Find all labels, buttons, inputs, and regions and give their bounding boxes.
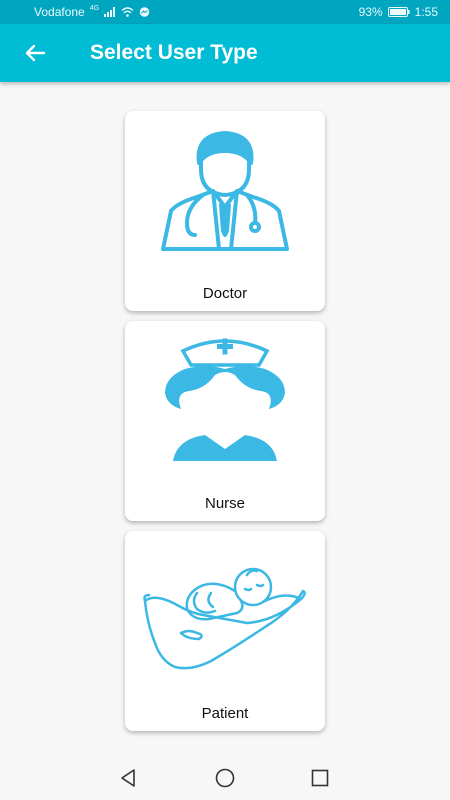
status-left: Vodafone 4G [34, 5, 150, 19]
nurse-icon [165, 338, 285, 461]
recents-square-icon[interactable] [309, 767, 331, 789]
system-nav-bar [0, 755, 450, 800]
user-type-card-nurse[interactable]: Nurse [125, 321, 325, 521]
signal-icon [104, 7, 116, 17]
doctor-icon [161, 131, 289, 251]
page-title: Select User Type [90, 41, 258, 64]
status-right: 93% 1:55 [359, 5, 438, 19]
messenger-icon [139, 6, 150, 17]
app-bar: Select User Type [0, 24, 450, 82]
status-bar: Vodafone 4G 93% 1:55 [0, 0, 450, 24]
battery-percent: 93% [358, 5, 383, 19]
clock: 1:55 [414, 5, 438, 19]
card-label: Nurse [204, 495, 245, 512]
user-type-card-patient[interactable]: Patient [125, 531, 325, 731]
back-button[interactable] [15, 33, 55, 73]
back-triangle-icon[interactable] [117, 767, 139, 789]
user-type-card-doctor[interactable]: Doctor [125, 111, 325, 311]
network-type: 4G [89, 4, 100, 12]
home-circle-icon[interactable] [214, 767, 236, 789]
arrow-left-icon [25, 44, 46, 62]
card-label: Doctor [202, 285, 248, 302]
card-label: Patient [201, 705, 249, 722]
carrier-name: Vodafone [34, 5, 85, 19]
battery-icon [387, 7, 410, 17]
patient-baby-hand-icon [143, 567, 306, 670]
wifi-icon [121, 7, 134, 17]
